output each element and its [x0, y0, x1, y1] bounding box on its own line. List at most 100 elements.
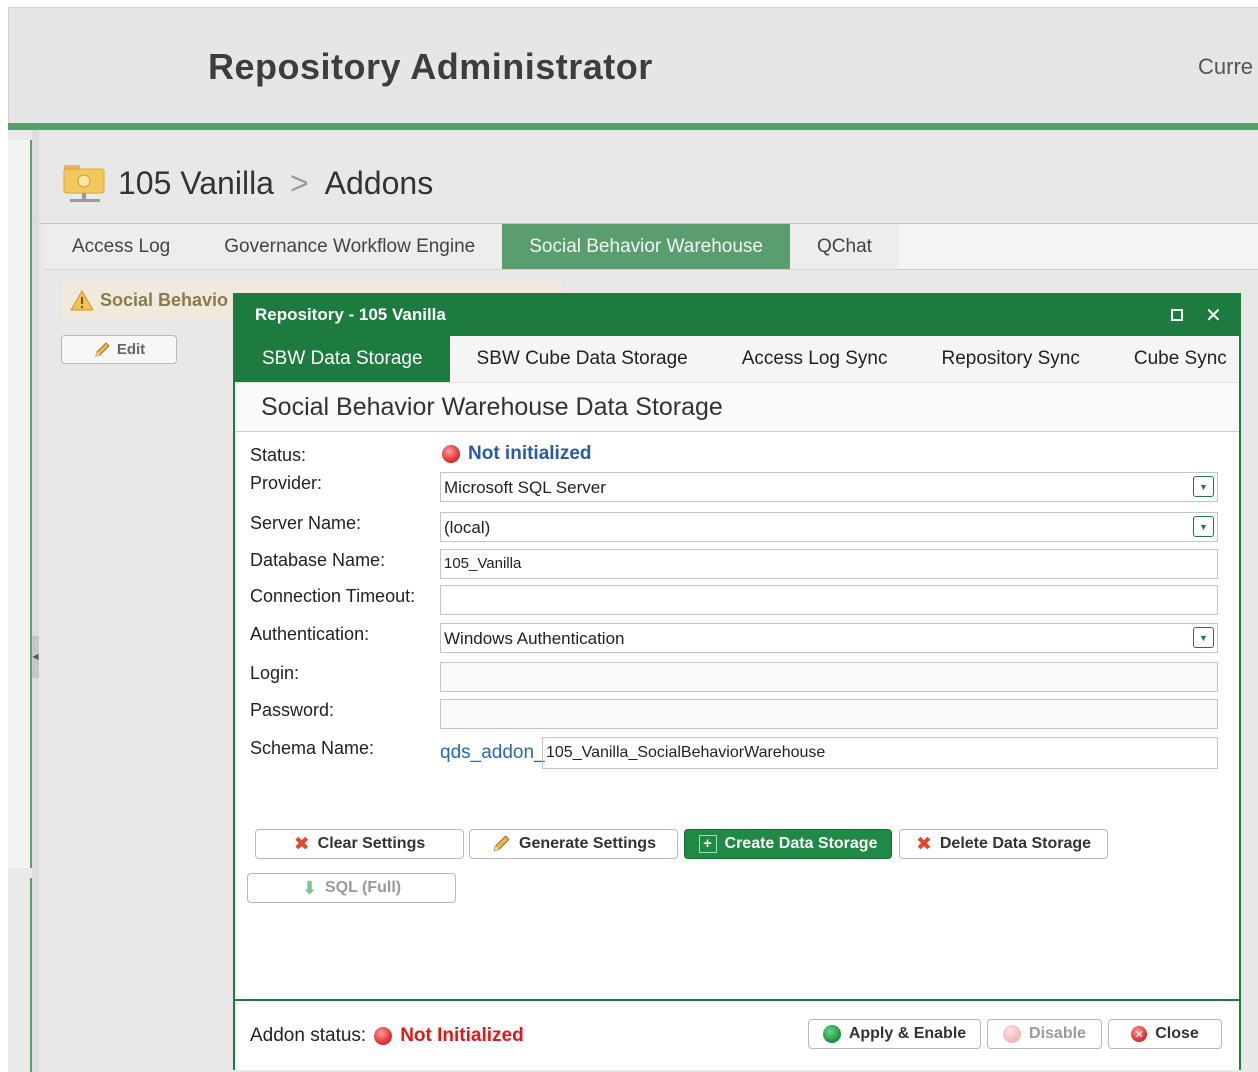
password-input[interactable]: [440, 699, 1218, 729]
status-label: Status:: [250, 445, 307, 465]
chevron-down-icon[interactable]: ▼: [1193, 627, 1214, 648]
green-dot-icon: [822, 1025, 841, 1043]
password-label: Password:: [250, 700, 335, 720]
edit-button[interactable]: Edit: [61, 335, 177, 364]
maximize-icon[interactable]: [1169, 307, 1185, 323]
auth-value: Windows Authentication: [444, 629, 625, 648]
current-user-label: Curre: [1198, 54, 1254, 79]
close-icon[interactable]: ✕: [1205, 303, 1222, 328]
provider-label: Provider:: [250, 473, 323, 493]
login-input[interactable]: [440, 662, 1218, 692]
tab-cube-sync[interactable]: Cube Sync: [1107, 336, 1254, 382]
disable-button[interactable]: Disable: [987, 1019, 1102, 1049]
addon-status-dot-icon: [374, 1027, 393, 1045]
addon-status-label: Addon status:: [250, 1025, 367, 1046]
tab-access-log[interactable]: Access Log: [45, 224, 198, 269]
download-arrow-icon: ⬇: [301, 877, 317, 898]
breadcrumb: 105 Vanilla > Addons: [62, 158, 433, 208]
edit-button-label: Edit: [116, 341, 146, 358]
breadcrumb-page: Addons: [324, 164, 434, 201]
generate-settings-button[interactable]: Generate Settings: [469, 829, 678, 859]
panel-splitter[interactable]: [32, 130, 39, 1072]
delete-data-storage-label: Delete Data Storage: [939, 835, 1092, 852]
database-label: Database Name:: [250, 550, 386, 570]
pencil-icon: [493, 835, 510, 852]
left-panel: [8, 130, 33, 1072]
login-row: Login:: [235, 657, 1239, 692]
database-row: Database Name: 105_Vanilla: [235, 544, 1239, 579]
dialog-titlebar: Repository - 105 Vanilla ✕: [235, 295, 1239, 336]
left-panel-bar: [8, 140, 33, 868]
tab-repository-sync[interactable]: Repository Sync: [915, 336, 1107, 382]
apply-enable-button[interactable]: Apply & Enable: [808, 1019, 981, 1049]
section-title: Social Behavior Warehouse Data Storage: [235, 382, 1239, 432]
chevron-down-icon[interactable]: ▼: [1193, 476, 1214, 497]
tab-sbw-cube-data-storage[interactable]: SBW Cube Data Storage: [450, 336, 715, 382]
addon-tabs: Access Log Governance Workflow Engine So…: [45, 224, 1258, 270]
left-panel-bar-lower: [8, 878, 33, 1072]
provider-select[interactable]: Microsoft SQL Server ▼: [440, 472, 1218, 502]
clear-settings-label: Clear Settings: [317, 835, 426, 852]
tab-access-log-sync[interactable]: Access Log Sync: [715, 336, 915, 382]
delete-x-icon: ✖: [915, 833, 932, 855]
repository-dialog: Repository - 105 Vanilla ✕ SBW Data Stor…: [233, 293, 1241, 1070]
dialog-tabs: SBW Data Storage SBW Cube Data Storage A…: [235, 336, 1239, 382]
tab-sbw-data-storage[interactable]: SBW Data Storage: [235, 336, 450, 382]
disabled-dot-icon: [1003, 1025, 1022, 1043]
login-label: Login:: [250, 663, 300, 683]
dialog-title: Repository - 105 Vanilla: [255, 305, 446, 324]
disable-label: Disable: [1029, 1025, 1086, 1042]
apply-enable-label: Apply & Enable: [848, 1025, 967, 1042]
auth-row: Authentication: Windows Authentication ▼: [235, 618, 1239, 653]
password-row: Password:: [235, 694, 1239, 729]
schema-prefix: qds_addon_: [440, 742, 545, 763]
timeout-row: Connection Timeout:: [235, 580, 1239, 615]
addon-status: Addon status: Not Initialized: [250, 1025, 524, 1047]
dialog-footer: Addon status: Not Initialized Apply & En…: [235, 999, 1239, 1070]
status-value: Not initialized: [468, 443, 592, 464]
section-title-text: Social Behavior Warehouse Data Storage: [261, 393, 723, 421]
create-data-storage-button[interactable]: + Create Data Storage: [684, 829, 892, 859]
authentication-select[interactable]: Windows Authentication ▼: [440, 623, 1218, 653]
delete-data-storage-button[interactable]: ✖ Delete Data Storage: [899, 829, 1108, 859]
schema-name-input[interactable]: 105_Vanilla_SocialBehaviorWarehouse: [542, 737, 1218, 769]
app-header: Repository Administrator Curre: [8, 7, 1258, 124]
database-name-input[interactable]: 105_Vanilla: [440, 549, 1218, 579]
addon-status-value: Not Initialized: [400, 1025, 524, 1046]
app-title: Repository Administrator: [208, 46, 653, 87]
plus-icon: +: [698, 835, 717, 853]
tab-social-behavior-warehouse[interactable]: Social Behavior Warehouse: [502, 224, 790, 269]
server-label: Server Name:: [250, 513, 362, 533]
timeout-label: Connection Timeout:: [250, 586, 416, 606]
close-circle-icon: ✕: [1131, 1026, 1148, 1042]
close-button[interactable]: ✕ Close: [1108, 1019, 1222, 1049]
status-row: Status: Not initialized: [235, 435, 1239, 469]
breadcrumb-repo[interactable]: 105 Vanilla: [118, 165, 274, 202]
tab-qchat[interactable]: QChat: [790, 224, 899, 269]
create-data-storage-label: Create Data Storage: [724, 835, 878, 852]
chevron-down-icon[interactable]: ▼: [1193, 516, 1214, 537]
close-label: Close: [1155, 1025, 1199, 1042]
warning-icon: [70, 290, 94, 311]
pencil-icon: [95, 341, 110, 357]
collapse-handle-icon[interactable]: ◀: [32, 636, 39, 678]
tab-governance-workflow-engine[interactable]: Governance Workflow Engine: [197, 224, 503, 269]
repository-folder-icon: [62, 161, 108, 205]
breadcrumb-separator: >: [289, 164, 309, 201]
server-name-select[interactable]: (local) ▼: [440, 512, 1218, 542]
sql-full-button[interactable]: ⬇ SQL (Full): [247, 873, 456, 903]
status-red-dot-icon: [442, 445, 460, 463]
schema-row: Schema Name: qds_addon_ 105_Vanilla_Soci…: [235, 732, 1239, 769]
server-value: (local): [444, 518, 491, 537]
auth-label: Authentication:: [250, 624, 370, 644]
clear-settings-button[interactable]: ✖ Clear Settings: [255, 829, 464, 859]
provider-value: Microsoft SQL Server: [444, 478, 606, 497]
header-divider: [8, 123, 1258, 130]
sql-full-label: SQL (Full): [324, 879, 402, 896]
generate-settings-label: Generate Settings: [519, 835, 656, 852]
schema-label: Schema Name:: [250, 738, 375, 758]
provider-row: Provider: Microsoft SQL Server ▼: [235, 467, 1239, 502]
server-row: Server Name: (local) ▼: [235, 507, 1239, 542]
connection-timeout-input[interactable]: [440, 585, 1218, 615]
warning-text: Social Behavio: [100, 289, 229, 310]
